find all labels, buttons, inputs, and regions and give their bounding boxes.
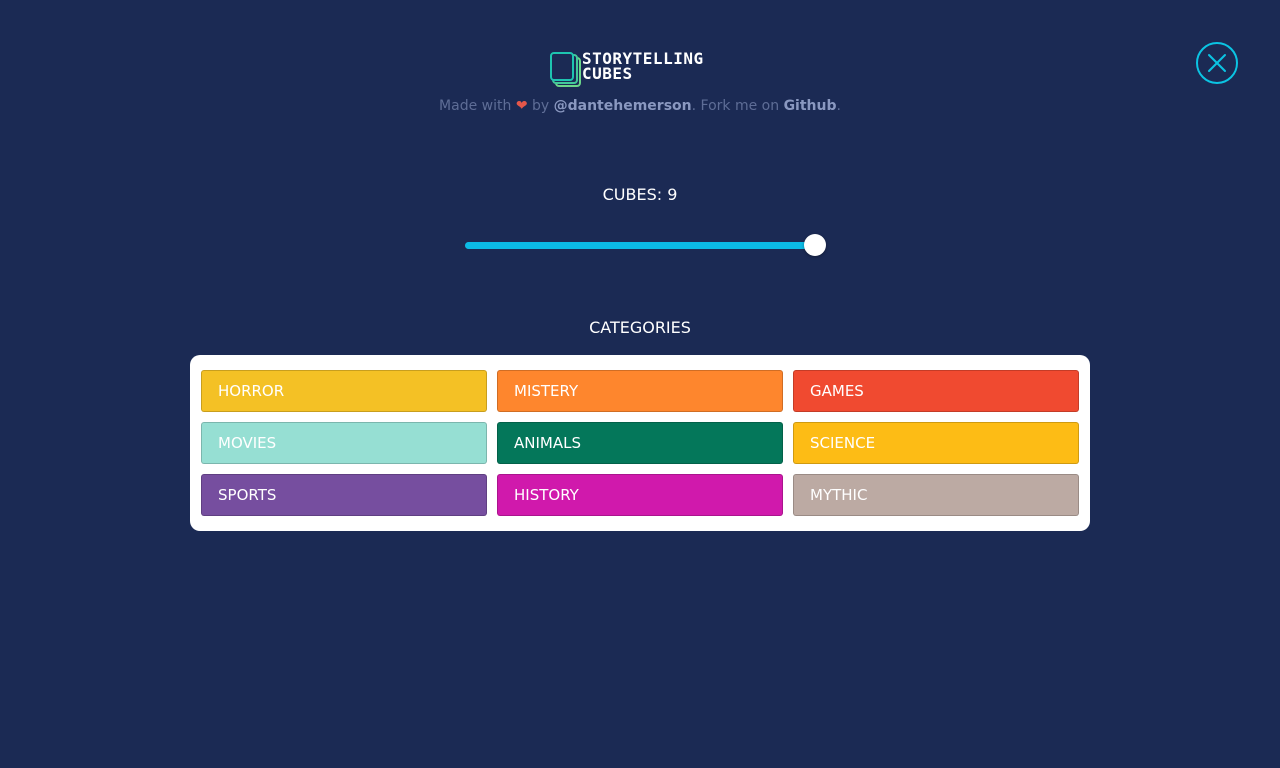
category-science-button[interactable]: SCIENCE — [793, 422, 1079, 464]
category-sports-button[interactable]: SPORTS — [201, 474, 487, 516]
logo-text: STORYTELLING CUBES — [582, 50, 704, 83]
category-horror-button[interactable]: HORROR — [201, 370, 487, 412]
heart-icon: ❤ — [515, 98, 528, 114]
logo: STORYTELLING CUBES — [550, 50, 732, 90]
credits-fork-text: . Fork me on — [691, 98, 780, 114]
github-link[interactable]: Github — [784, 98, 837, 114]
category-animals-button[interactable]: ANIMALS — [497, 422, 783, 464]
cubes-logo-icon — [550, 50, 582, 88]
category-mistery-button[interactable]: MISTERY — [497, 370, 783, 412]
categories-title: CATEGORIES — [589, 318, 691, 337]
close-icon — [1208, 54, 1226, 72]
categories-panel: HORROR MISTERY GAMES MOVIES ANIMALS SCIENCE SP… — [190, 355, 1090, 531]
cubes-count-label: CUBES: 9 — [602, 185, 678, 204]
category-mythic-button[interactable]: MYTHIC — [793, 474, 1079, 516]
credits-period: . — [836, 98, 841, 114]
credits-by: by — [532, 98, 550, 114]
cubes-slider[interactable] — [465, 234, 826, 256]
credits-made-with: Made with — [439, 98, 512, 114]
category-movies-button[interactable]: MOVIES — [201, 422, 487, 464]
author-link[interactable]: @dantehemerson — [554, 98, 692, 114]
close-button[interactable] — [1196, 42, 1238, 84]
cubes-slider-fill — [465, 242, 815, 249]
credits: Made with ❤ by @dantehemerson. Fork me o… — [0, 98, 1280, 114]
category-history-button[interactable]: HISTORY — [497, 474, 783, 516]
logo-line-2: CUBES — [582, 64, 633, 83]
cubes-slider-thumb[interactable] — [804, 234, 826, 256]
page: STORYTELLING CUBES Made with ❤ by @dante… — [0, 0, 1280, 768]
category-games-button[interactable]: GAMES — [793, 370, 1079, 412]
